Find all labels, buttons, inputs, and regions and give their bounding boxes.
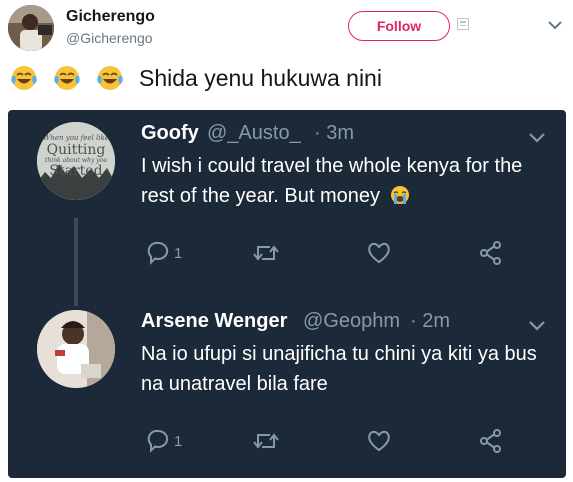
author-handle[interactable]: @Gicherengo: [66, 30, 153, 46]
chevron-down-icon[interactable]: [548, 20, 562, 30]
retweet-icon[interactable]: [252, 428, 280, 454]
reply-avatar[interactable]: When you feel like Quitting think about …: [37, 122, 115, 200]
reply-count: 1: [174, 433, 183, 450]
face-with-tears-of-joy-icon: [11, 66, 37, 90]
chevron-down-icon[interactable]: [528, 320, 546, 332]
reply-count: 1: [174, 245, 183, 262]
heart-icon[interactable]: [366, 240, 392, 266]
reply-screenshot-card: When you feel like Quitting think about …: [8, 110, 566, 478]
face-with-tears-of-joy-icon: [54, 66, 80, 90]
tweet-text: Shida yenu hukuwa nini: [10, 64, 382, 92]
share-icon[interactable]: [478, 428, 504, 454]
avatar-text-line: When you feel like: [43, 134, 109, 142]
embed-icon: [457, 18, 469, 30]
reply-timestamp[interactable]: · 3m: [314, 122, 354, 145]
avatar-text-line: Started: [49, 163, 102, 179]
avatar-text-line: Quitting: [47, 142, 106, 158]
face-with-tears-of-joy-icon: [97, 66, 123, 90]
retweet-icon[interactable]: [252, 240, 280, 266]
reply-text-body: I wish i could travel the whole kenya fo…: [141, 155, 523, 207]
thread-line: [74, 218, 78, 306]
loudly-crying-face-icon: [390, 186, 409, 204]
reply-author-name[interactable]: Arsene Wenger: [141, 310, 287, 333]
reply-timestamp[interactable]: · 2m: [410, 310, 450, 333]
reply-icon[interactable]: [146, 240, 170, 266]
heart-icon[interactable]: [366, 428, 392, 454]
reply-author-name[interactable]: Goofy: [141, 122, 199, 145]
follow-button[interactable]: Follow: [348, 11, 450, 41]
reply-avatar[interactable]: [37, 310, 115, 388]
tweet-text-body: Shida yenu hukuwa nini: [139, 64, 382, 91]
reply-text: I wish i could travel the whole kenya fo…: [141, 151, 556, 211]
reply-author-handle[interactable]: @Geophm: [303, 310, 400, 333]
author-name[interactable]: Gicherengo: [66, 8, 155, 26]
author-avatar[interactable]: [8, 5, 54, 51]
reply-author-handle[interactable]: @_Austo_: [207, 122, 301, 145]
chevron-down-icon[interactable]: [528, 132, 546, 144]
share-icon[interactable]: [478, 240, 504, 266]
reply-text: Na io ufupi si unajificha tu chini ya ki…: [141, 343, 537, 395]
reply-icon[interactable]: [146, 428, 170, 454]
